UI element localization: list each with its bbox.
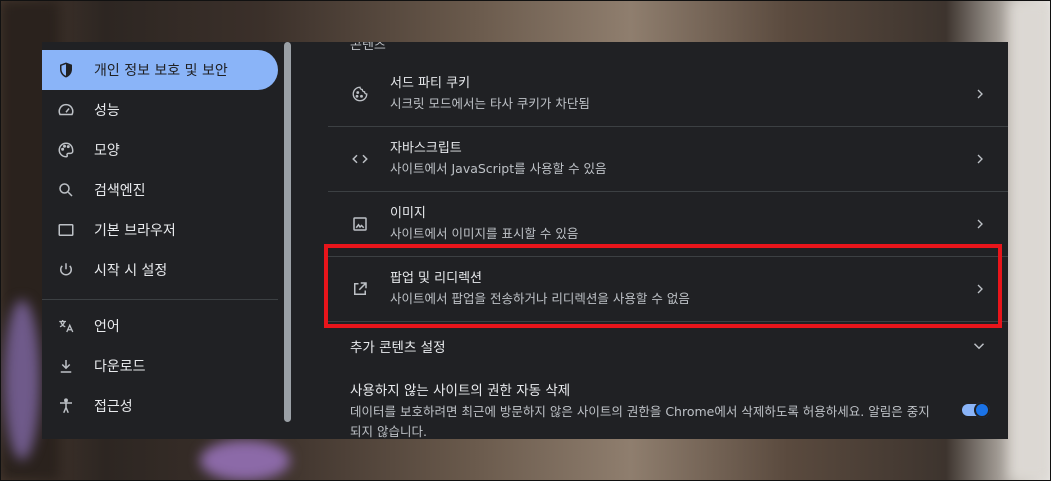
sidebar-item-label: 언어 [94,319,120,335]
images-row[interactable]: 이미지 사이트에서 이미지를 표시할 수 있음 [328,192,1008,257]
accessibility-icon [56,396,76,416]
open-in-new-icon [350,279,370,299]
sidebar-item-default-browser[interactable]: 기본 브라우저 [42,210,278,250]
row-subtitle: 사이트에서 이미지를 표시할 수 있음 [390,226,579,241]
sidebar-item-label: 성능 [94,103,120,119]
sidebar-item-label: 개인 정보 보호 및 보안 [94,63,228,79]
sidebar-item-label: 시작 시 설정 [94,263,168,279]
sidebar-item-downloads[interactable]: 다운로드 [42,346,278,386]
chevron-down-icon [970,337,988,355]
section-header: 콘텐츠 [350,42,386,53]
chevron-right-icon [970,214,990,234]
translate-icon [56,316,76,336]
chevron-right-icon [970,84,990,104]
download-icon [56,356,76,376]
sidebar-item-languages[interactable]: 언어 [42,306,278,346]
row-subtitle: 사이트에서 JavaScript를 사용할 수 있음 [390,161,607,176]
cookie-icon [350,84,370,104]
auto-revoke-toggle[interactable] [962,402,990,418]
sidebar-item-privacy[interactable]: 개인 정보 보호 및 보안 [42,50,278,90]
background-flower [200,440,290,481]
javascript-row[interactable]: 자바스크립트 사이트에서 JavaScript를 사용할 수 있음 [328,127,1008,192]
code-icon [350,149,370,169]
chevron-right-icon [970,279,990,299]
sidebar-item-label: 다운로드 [94,359,146,375]
sidebar-item-search-engine[interactable]: 검색엔진 [42,170,278,210]
row-title: 서드 파티 쿠키 [390,76,471,91]
auto-revoke-title: 사용하지 않는 사이트의 권한 자동 삭제 [350,383,571,399]
sidebar-item-label: 접근성 [94,399,133,415]
sidebar-item-appearance[interactable]: 모양 [42,130,278,170]
image-icon [350,214,370,234]
row-subtitle: 시크릿 모드에서는 타사 쿠키가 차단됨 [390,96,590,111]
row-title: 팝업 및 리디렉션 [390,271,482,286]
chevron-right-icon [970,149,990,169]
sidebar-divider [42,299,278,300]
row-title: 자바스크립트 [390,141,462,156]
popups-redirects-row[interactable]: 팝업 및 리디렉션 사이트에서 팝업을 전송하거나 리디렉션을 사용할 수 없음 [328,257,1008,322]
sidebar-scrollbar[interactable] [284,42,291,422]
palette-icon [56,140,76,160]
search-icon [56,180,76,200]
sidebar-item-label: 모양 [94,143,120,159]
sidebar-item-on-startup[interactable]: 시작 시 설정 [42,250,278,290]
background-light [1010,0,1051,481]
content-settings-panel: 콘텐츠 서드 파티 쿠키 시크릿 모드에서는 타사 쿠키가 차단됨 자바스크립트… [328,42,1008,439]
background-flower [4,300,40,460]
sidebar-item-label: 기본 브라우저 [94,223,176,239]
auto-revoke-permissions: 사용하지 않는 사이트의 권한 자동 삭제 데이터를 보호하려면 최근에 방문하… [350,382,950,439]
browser-window-icon [56,220,76,240]
row-subtitle: 사이트에서 팝업을 전송하거나 리디렉션을 사용할 수 없음 [390,291,690,306]
settings-window: 개인 정보 보호 및 보안 성능 모양 검색엔진 기본 브라우저 시작 시 설정… [42,42,1008,439]
auto-revoke-description: 데이터를 보호하려면 최근에 방문하지 않은 사이트의 권한을 Chrome에서… [350,404,930,439]
third-party-cookies-row[interactable]: 서드 파티 쿠키 시크릿 모드에서는 타사 쿠키가 차단됨 [328,62,1008,127]
sidebar-item-accessibility[interactable]: 접근성 [42,386,278,426]
additional-settings-label: 추가 콘텐츠 설정 [350,340,446,356]
speedometer-icon [56,100,76,120]
sidebar-item-performance[interactable]: 성능 [42,90,278,130]
power-icon [56,260,76,280]
shield-icon [56,60,76,80]
sidebar: 개인 정보 보호 및 보안 성능 모양 검색엔진 기본 브라우저 시작 시 설정… [42,42,282,439]
sidebar-item-label: 검색엔진 [94,183,146,199]
toggle-knob [974,402,990,418]
additional-content-settings[interactable]: 추가 콘텐츠 설정 [328,326,1008,366]
row-title: 이미지 [390,206,426,221]
